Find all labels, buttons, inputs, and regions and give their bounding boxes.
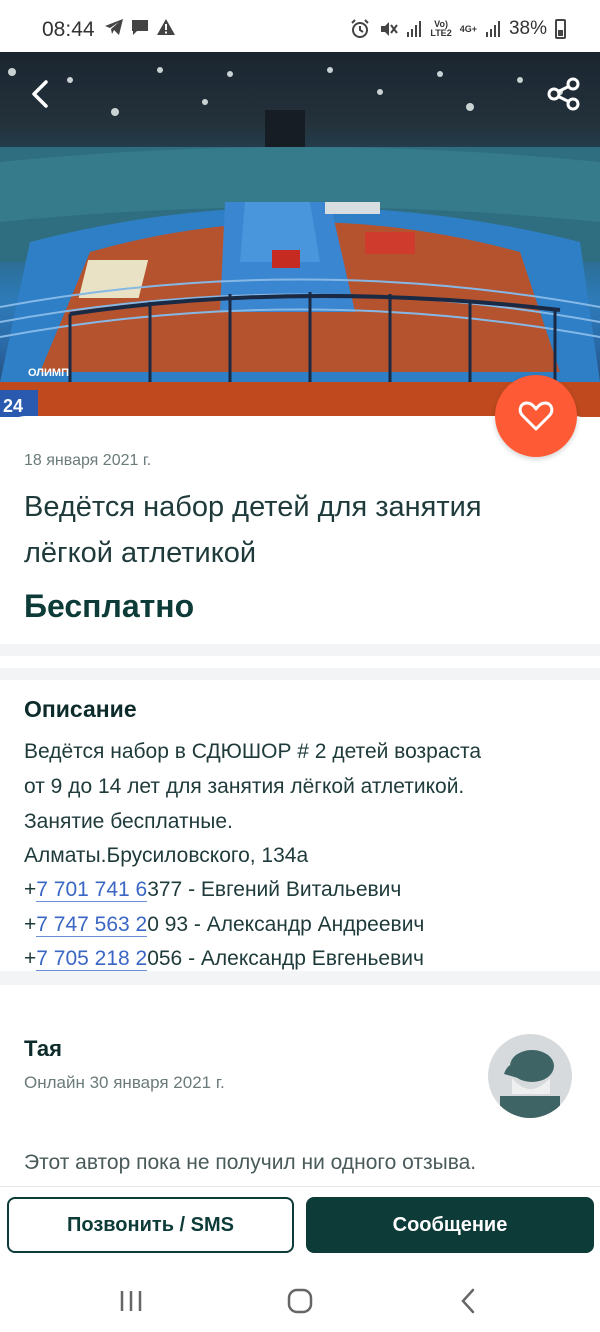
battery-icon (555, 19, 566, 39)
mute-icon (381, 22, 399, 36)
photo-caption: ОЛИМП (28, 367, 69, 379)
contact-line: +7 705 218 2056 - Александр Евгеньевич (24, 947, 424, 971)
description-heading: Описание (24, 696, 137, 722)
description-line: Ведётся набор в СДЮШОР # 2 детей возраст… (24, 740, 482, 763)
listing-date: 18 января 2021 г. (24, 452, 152, 469)
status-time: 08:44 (42, 18, 95, 41)
phone-link[interactable]: 7 701 741 6 (36, 878, 148, 902)
avatar[interactable] (488, 1034, 572, 1118)
battery-percent: 38% (508, 18, 547, 39)
share-button[interactable] (544, 74, 584, 114)
corner-number: 24 (3, 396, 23, 416)
stadium-photo: 24 ОЛИМП (0, 67, 600, 417)
description-line: Занятие бесплатные. (24, 810, 233, 833)
reviews-status: Этот автор пока не получил ни одного отз… (24, 1151, 477, 1174)
heart-icon (518, 401, 554, 431)
home-button[interactable] (285, 1286, 315, 1316)
network-gen-label: 4G+ (459, 23, 477, 34)
phone-link[interactable]: 7 747 563 2 (36, 913, 148, 937)
call-sms-button[interactable]: Позвонить / SMS (7, 1197, 294, 1253)
contact-line: +7 701 741 6377 - Евгений Витальевич (24, 878, 402, 902)
message-button[interactable]: Сообщение (306, 1197, 594, 1253)
phone-link[interactable]: 7 705 218 2 (36, 947, 148, 971)
signal-icon-2 (485, 21, 500, 37)
section-divider (0, 644, 600, 680)
warning-icon (157, 19, 175, 35)
system-back-button[interactable] (454, 1286, 484, 1316)
status-bar: 08:44 Vo) LTE2 4G+ 38% (0, 0, 600, 52)
chevron-left-icon (32, 80, 48, 108)
system-navigation-bar (0, 1266, 600, 1332)
action-bar: Позвонить / SMS Сообщение (0, 1186, 600, 1267)
recent-apps-icon (120, 1291, 142, 1311)
lte-label: LTE2 (430, 28, 452, 38)
section-divider (0, 971, 600, 985)
home-icon (287, 1288, 313, 1314)
listing-title: Ведётся набор детей для занятия лёгкой а… (24, 491, 482, 569)
author-online-status: Онлайн 30 января 2021 г. (24, 1073, 225, 1092)
share-icon (547, 77, 580, 111)
back-arrow-icon (461, 1288, 475, 1314)
contact-line: +7 747 563 20 93 - Александр Андреевич (24, 913, 425, 937)
message-icon (132, 20, 148, 35)
back-button[interactable] (22, 74, 62, 114)
alarm-icon (351, 19, 370, 38)
recent-apps-button[interactable] (116, 1286, 146, 1316)
favorite-button[interactable] (495, 375, 577, 457)
signal-icon (407, 21, 422, 37)
listing-photo[interactable]: 24 ОЛИМП (0, 52, 600, 417)
author-name[interactable]: Тая (24, 1036, 62, 1062)
user-placeholder-icon (500, 1050, 560, 1118)
description-address: Алматы.Брусиловского, 134а (24, 844, 309, 867)
description-line: от 9 до 14 лет для занятия лёгкой атлети… (24, 775, 465, 798)
listing-price: Бесплатно (24, 588, 195, 624)
telegram-icon (105, 19, 123, 35)
